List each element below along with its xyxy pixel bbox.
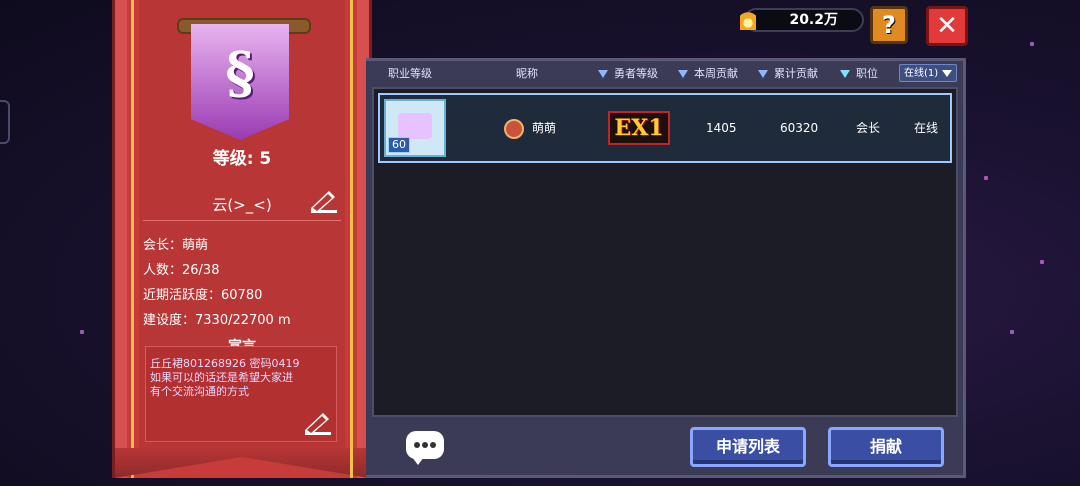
member-nickname: 萌萌: [532, 121, 557, 135]
banner-tail: [115, 448, 369, 478]
help-button[interactable]: ?: [870, 6, 908, 44]
chat-bubble-icon[interactable]: [406, 431, 444, 465]
header-hero-level[interactable]: 勇者等级: [598, 65, 658, 81]
star-decoration: [80, 330, 84, 334]
notice-line: 丘丘裙801268926 密码0419: [150, 357, 300, 370]
guild-leader: 会长：萌萌: [143, 238, 209, 253]
side-handle[interactable]: [0, 100, 10, 144]
flame-coin-icon: [740, 10, 756, 30]
header-position-label: 职位: [856, 67, 878, 80]
close-button[interactable]: ✕: [926, 6, 968, 46]
guild-construction: 建设度：7330/22700 m: [143, 313, 291, 328]
chevron-down-icon: [942, 70, 952, 77]
currency-display: 20.2万: [744, 8, 864, 32]
player-avatar-icon: [504, 119, 524, 139]
notice-line: 有个交流沟通的方式: [150, 385, 249, 398]
star-decoration: [1010, 330, 1014, 334]
chat-dot: [414, 442, 420, 448]
notice-line: 如果可以的话还是希望大家进: [150, 371, 293, 384]
header-nickname[interactable]: 昵称: [516, 65, 538, 81]
member-panel: 职业等级 昵称 勇者等级 本周贡献 累计贡献 职位 在线(1) 60 萌萌 EX…: [366, 58, 966, 478]
star-decoration: [1040, 260, 1044, 264]
header-hero-level-label: 勇者等级: [614, 67, 658, 80]
member-status: 在线: [914, 121, 939, 135]
sort-arrow-icon: [840, 70, 850, 78]
header-total-label: 累计贡献: [774, 67, 818, 80]
header-weekly-label: 本周贡献: [694, 67, 738, 80]
avatar: 60: [384, 99, 446, 157]
divider: [143, 220, 341, 221]
guild-level: 等级: 5: [212, 149, 272, 169]
hero-rank-badge: EX1: [608, 111, 670, 145]
chat-dot: [422, 442, 428, 448]
sort-arrow-icon: [678, 70, 688, 78]
member-position: 会长: [856, 121, 881, 135]
member-table: 60 萌萌 EX1 1405 60320 会长 在线: [372, 87, 958, 417]
character-portrait-icon: [398, 113, 432, 139]
star-decoration: [1030, 42, 1034, 46]
table-row[interactable]: 60 萌萌 EX1 1405 60320 会长 在线: [378, 93, 952, 163]
header-total[interactable]: 累计贡献: [758, 65, 818, 81]
guild-activity: 近期活跃度：60780: [143, 288, 263, 303]
header-position[interactable]: 职位: [840, 65, 878, 81]
guild-members: 人数：26/38: [143, 263, 220, 278]
emblem-glyph-icon: §: [225, 40, 255, 106]
avatar-level-badge: 60: [388, 137, 410, 153]
apply-list-button[interactable]: 申请列表: [690, 427, 806, 467]
sort-arrow-icon: [758, 70, 768, 78]
edit-name-icon[interactable]: [309, 188, 339, 214]
member-weekly: 1405: [706, 121, 737, 135]
member-total: 60320: [780, 121, 819, 135]
chat-dot: [430, 442, 436, 448]
sort-arrow-icon: [598, 70, 608, 78]
donate-button[interactable]: 捐献: [828, 427, 944, 467]
star-decoration: [984, 176, 988, 180]
header-weekly[interactable]: 本周贡献: [678, 65, 738, 81]
edit-notice-icon[interactable]: [303, 410, 333, 436]
online-filter-select[interactable]: 在线(1): [899, 64, 957, 82]
header-class-level[interactable]: 职业等级: [388, 65, 432, 81]
guild-banner: § 等级: 5 云(>_<) 会长：萌萌 人数：26/38 近期活跃度：6078…: [112, 0, 372, 478]
online-filter-label: 在线(1): [904, 68, 939, 79]
